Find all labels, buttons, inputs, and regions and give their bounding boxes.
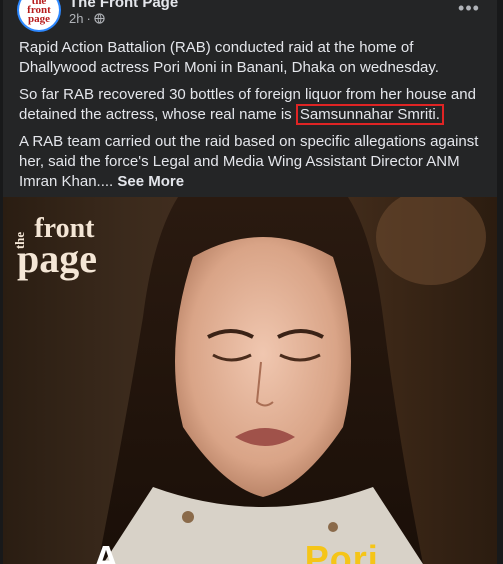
- brand-watermark: the front page: [12, 215, 97, 281]
- post-meta: 2h ·: [69, 11, 105, 26]
- brand-line-2: page: [17, 236, 97, 281]
- post-photo[interactable]: the front page A Pori: [3, 197, 497, 564]
- page-avatar[interactable]: the front page: [19, 0, 59, 30]
- post-card: the front page The Front Page 2h · ••• R…: [3, 0, 497, 564]
- paragraph-1: Rapid Action Battalion (RAB) conducted r…: [19, 39, 439, 76]
- overlay-left: A: [93, 538, 119, 564]
- paragraph-3-text: A RAB team carried out the raid based on…: [19, 133, 479, 190]
- see-more-link[interactable]: See More: [117, 173, 184, 190]
- highlighted-name: Samsunnahar Smriti.: [295, 104, 444, 125]
- post-text: Rapid Action Battalion (RAB) conducted r…: [19, 38, 485, 199]
- page-name[interactable]: The Front Page: [69, 0, 178, 11]
- photo-overlay-text: A Pori: [93, 538, 379, 564]
- paragraph-2: So far RAB recovered 30 bottles of forei…: [19, 85, 485, 125]
- globe-icon: [94, 13, 105, 24]
- post-header: the front page The Front Page 2h · •••: [3, 0, 497, 34]
- brand-small: the: [12, 231, 28, 250]
- more-options-button[interactable]: •••: [455, 0, 483, 20]
- meta-separator: ·: [86, 11, 91, 26]
- avatar-logo: the front page: [27, 0, 51, 25]
- overlay-right: Pori: [304, 538, 379, 564]
- paragraph-3: A RAB team carried out the raid based on…: [19, 132, 485, 192]
- post-time[interactable]: 2h: [69, 11, 83, 26]
